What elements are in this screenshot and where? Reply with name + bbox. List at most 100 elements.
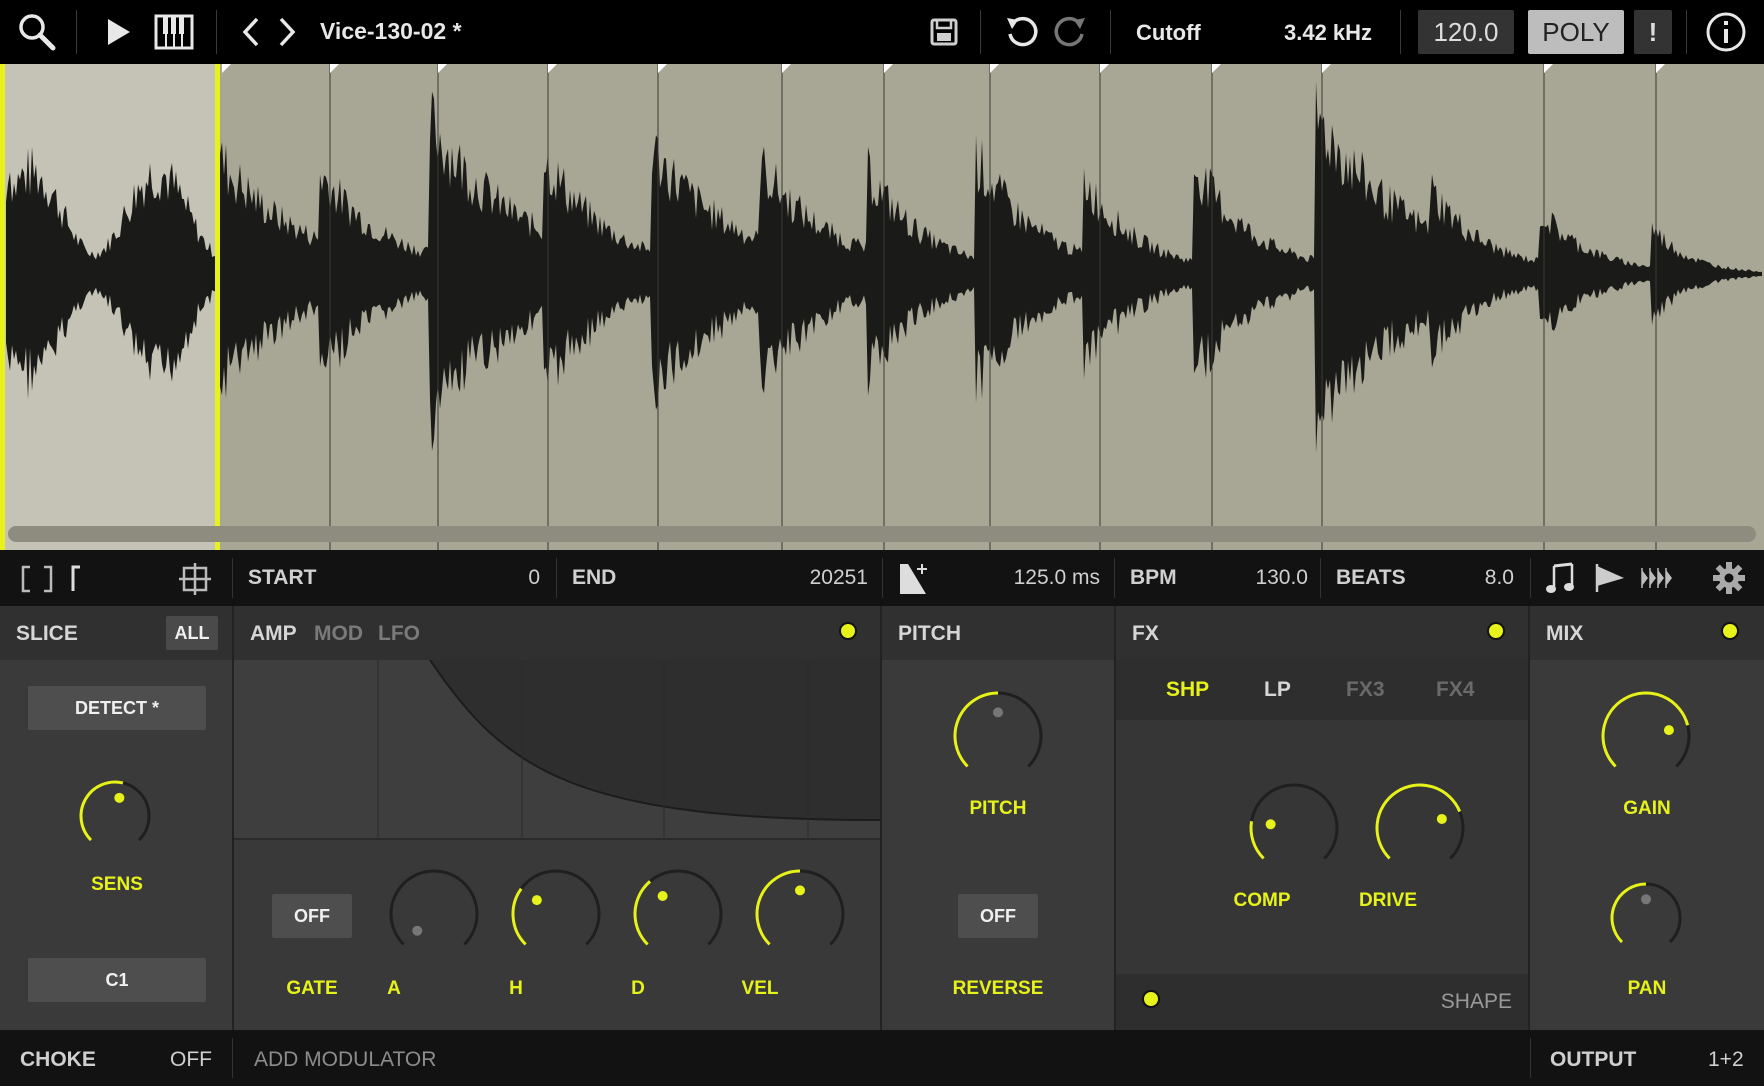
mix-enable-led[interactable] xyxy=(1721,622,1739,640)
note-icon[interactable] xyxy=(1546,560,1578,601)
end-label: END xyxy=(572,566,617,589)
tab-amp[interactable]: AMP xyxy=(250,622,297,646)
tempo-display[interactable]: 120.0 xyxy=(1418,10,1514,54)
separator xyxy=(1110,10,1111,54)
gain-label: GAIN xyxy=(1623,798,1671,819)
undo-icon[interactable] xyxy=(1002,10,1042,54)
add-modulator-button[interactable]: ADD MODULATOR xyxy=(254,1048,436,1072)
redo-icon[interactable] xyxy=(1050,10,1090,54)
poly-mode-button[interactable]: POLY xyxy=(1528,10,1624,54)
attack-label: A xyxy=(387,978,401,999)
slice-marker-handle[interactable] xyxy=(438,64,447,73)
reverse-label: REVERSE xyxy=(952,978,1044,999)
tab-lfo[interactable]: LFO xyxy=(378,622,420,646)
slice-control-bar: START 0 END 20251 125.0 ms BPM 130.0 BEA… xyxy=(0,550,1764,606)
separator xyxy=(980,10,981,54)
gate-button[interactable]: OFF xyxy=(272,894,352,938)
start-label: START xyxy=(248,566,317,589)
mix-panel-header: MIX xyxy=(1530,606,1764,660)
slice-title: SLICE xyxy=(16,622,78,645)
amp-enable-led[interactable] xyxy=(839,622,857,640)
end-value[interactable]: 20251 xyxy=(770,566,868,590)
amp-panel-header: AMP MOD LFO xyxy=(234,606,880,660)
separator xyxy=(216,10,217,54)
sens-label: SENS xyxy=(91,874,143,895)
start-value[interactable]: 0 xyxy=(480,566,540,590)
slice-marker-handle[interactable] xyxy=(1656,64,1665,73)
save-icon[interactable] xyxy=(926,14,962,50)
slice-marker-handle[interactable] xyxy=(1100,64,1109,73)
tab-lp[interactable]: LP xyxy=(1264,678,1291,702)
slice-marker-handle[interactable] xyxy=(782,64,791,73)
chevron-right-icon[interactable] xyxy=(272,14,302,50)
slice-marker-handle[interactable] xyxy=(548,64,557,73)
fx-title: FX xyxy=(1132,622,1159,645)
all-slices-button[interactable]: ALL xyxy=(166,616,218,650)
choke-label: CHOKE xyxy=(20,1048,96,1071)
separator xyxy=(76,10,77,54)
info-icon[interactable] xyxy=(1704,10,1748,54)
shape-enable-led[interactable] xyxy=(1142,990,1160,1008)
slice-arrows-icon[interactable] xyxy=(1640,562,1676,599)
choke-value[interactable]: OFF xyxy=(170,1048,212,1072)
comp-label: COMP xyxy=(1233,890,1291,911)
tab-mod[interactable]: MOD xyxy=(314,622,363,646)
output-label: OUTPUT xyxy=(1550,1048,1637,1071)
separator xyxy=(1686,10,1687,54)
waveform-canvas[interactable] xyxy=(0,64,1764,550)
slice-marker-handle[interactable] xyxy=(1544,64,1553,73)
param-value: 3.42 kHz xyxy=(1284,20,1373,45)
crosshair-icon[interactable] xyxy=(178,562,212,601)
fx-panel-header: FX xyxy=(1116,606,1528,660)
trigger-flag-icon[interactable] xyxy=(1594,562,1626,599)
slice-marker-handle[interactable] xyxy=(330,64,339,73)
pitch-panel: PITCH PITCH OFF REVERSE xyxy=(882,606,1116,1030)
slice-marker-handle[interactable] xyxy=(990,64,999,73)
detect-button[interactable]: DETECT * xyxy=(28,686,206,730)
preset-name[interactable]: Vice-130-02 * xyxy=(320,18,462,45)
alert-button[interactable]: ! xyxy=(1634,10,1672,54)
slice-panel: SLICE ALL DETECT * SENS C1 xyxy=(0,606,234,1030)
output-value[interactable]: 1+2 xyxy=(1708,1048,1744,1072)
bpm-label: BPM xyxy=(1130,566,1177,589)
bracket-icon[interactable] xyxy=(20,564,54,599)
slice-marker-handle[interactable] xyxy=(1322,64,1331,73)
pitch-title: PITCH xyxy=(898,622,961,645)
horizontal-scrollbar[interactable] xyxy=(8,526,1756,542)
chevron-left-icon[interactable] xyxy=(236,14,266,50)
mix-title: MIX xyxy=(1546,622,1584,645)
root-note-button[interactable]: C1 xyxy=(28,958,206,1002)
slice-length-icon[interactable] xyxy=(896,560,932,601)
fx-panel: FX SHP LP FX3 FX4 COMP DRIVE SHAPE xyxy=(1116,606,1530,1030)
slice-marker-handle[interactable] xyxy=(1212,64,1221,73)
top-bar: Vice-130-02 * Cutoff 3.42 kHz 120.0 POLY… xyxy=(0,0,1764,64)
slice-marker-handle[interactable] xyxy=(884,64,893,73)
gate-label: GATE xyxy=(286,978,338,999)
slice-panel-header: SLICE ALL xyxy=(0,606,232,660)
fx-enable-led[interactable] xyxy=(1487,622,1505,640)
slice-marker-handle[interactable] xyxy=(658,64,667,73)
length-value[interactable]: 125.0 ms xyxy=(960,566,1100,590)
waveform-view[interactable] xyxy=(0,64,1764,550)
pitch-label: PITCH xyxy=(969,798,1027,819)
tab-fx4[interactable]: FX4 xyxy=(1436,678,1475,702)
tab-shp[interactable]: SHP xyxy=(1166,678,1209,702)
shape-label: SHAPE xyxy=(1440,990,1512,1013)
gear-icon[interactable] xyxy=(1712,561,1746,600)
tab-fx3[interactable]: FX3 xyxy=(1346,678,1385,702)
slice-marker-handle xyxy=(222,64,231,73)
decay-label: D xyxy=(631,978,645,999)
keyboard-icon[interactable] xyxy=(152,12,196,52)
search-icon[interactable] xyxy=(14,10,60,54)
pitch-panel-header: PITCH xyxy=(882,606,1114,660)
snap-start-icon[interactable] xyxy=(70,564,86,599)
reverse-button[interactable]: OFF xyxy=(958,894,1038,938)
beats-label: BEATS xyxy=(1336,566,1406,589)
drive-label: DRIVE xyxy=(1358,890,1418,911)
envelope-display[interactable] xyxy=(234,660,880,840)
beats-value[interactable]: 8.0 xyxy=(1440,566,1514,590)
bpm-value[interactable]: 130.0 xyxy=(1220,566,1308,590)
separator xyxy=(1400,10,1401,54)
hold-label: H xyxy=(509,978,523,999)
play-icon[interactable] xyxy=(98,12,138,52)
